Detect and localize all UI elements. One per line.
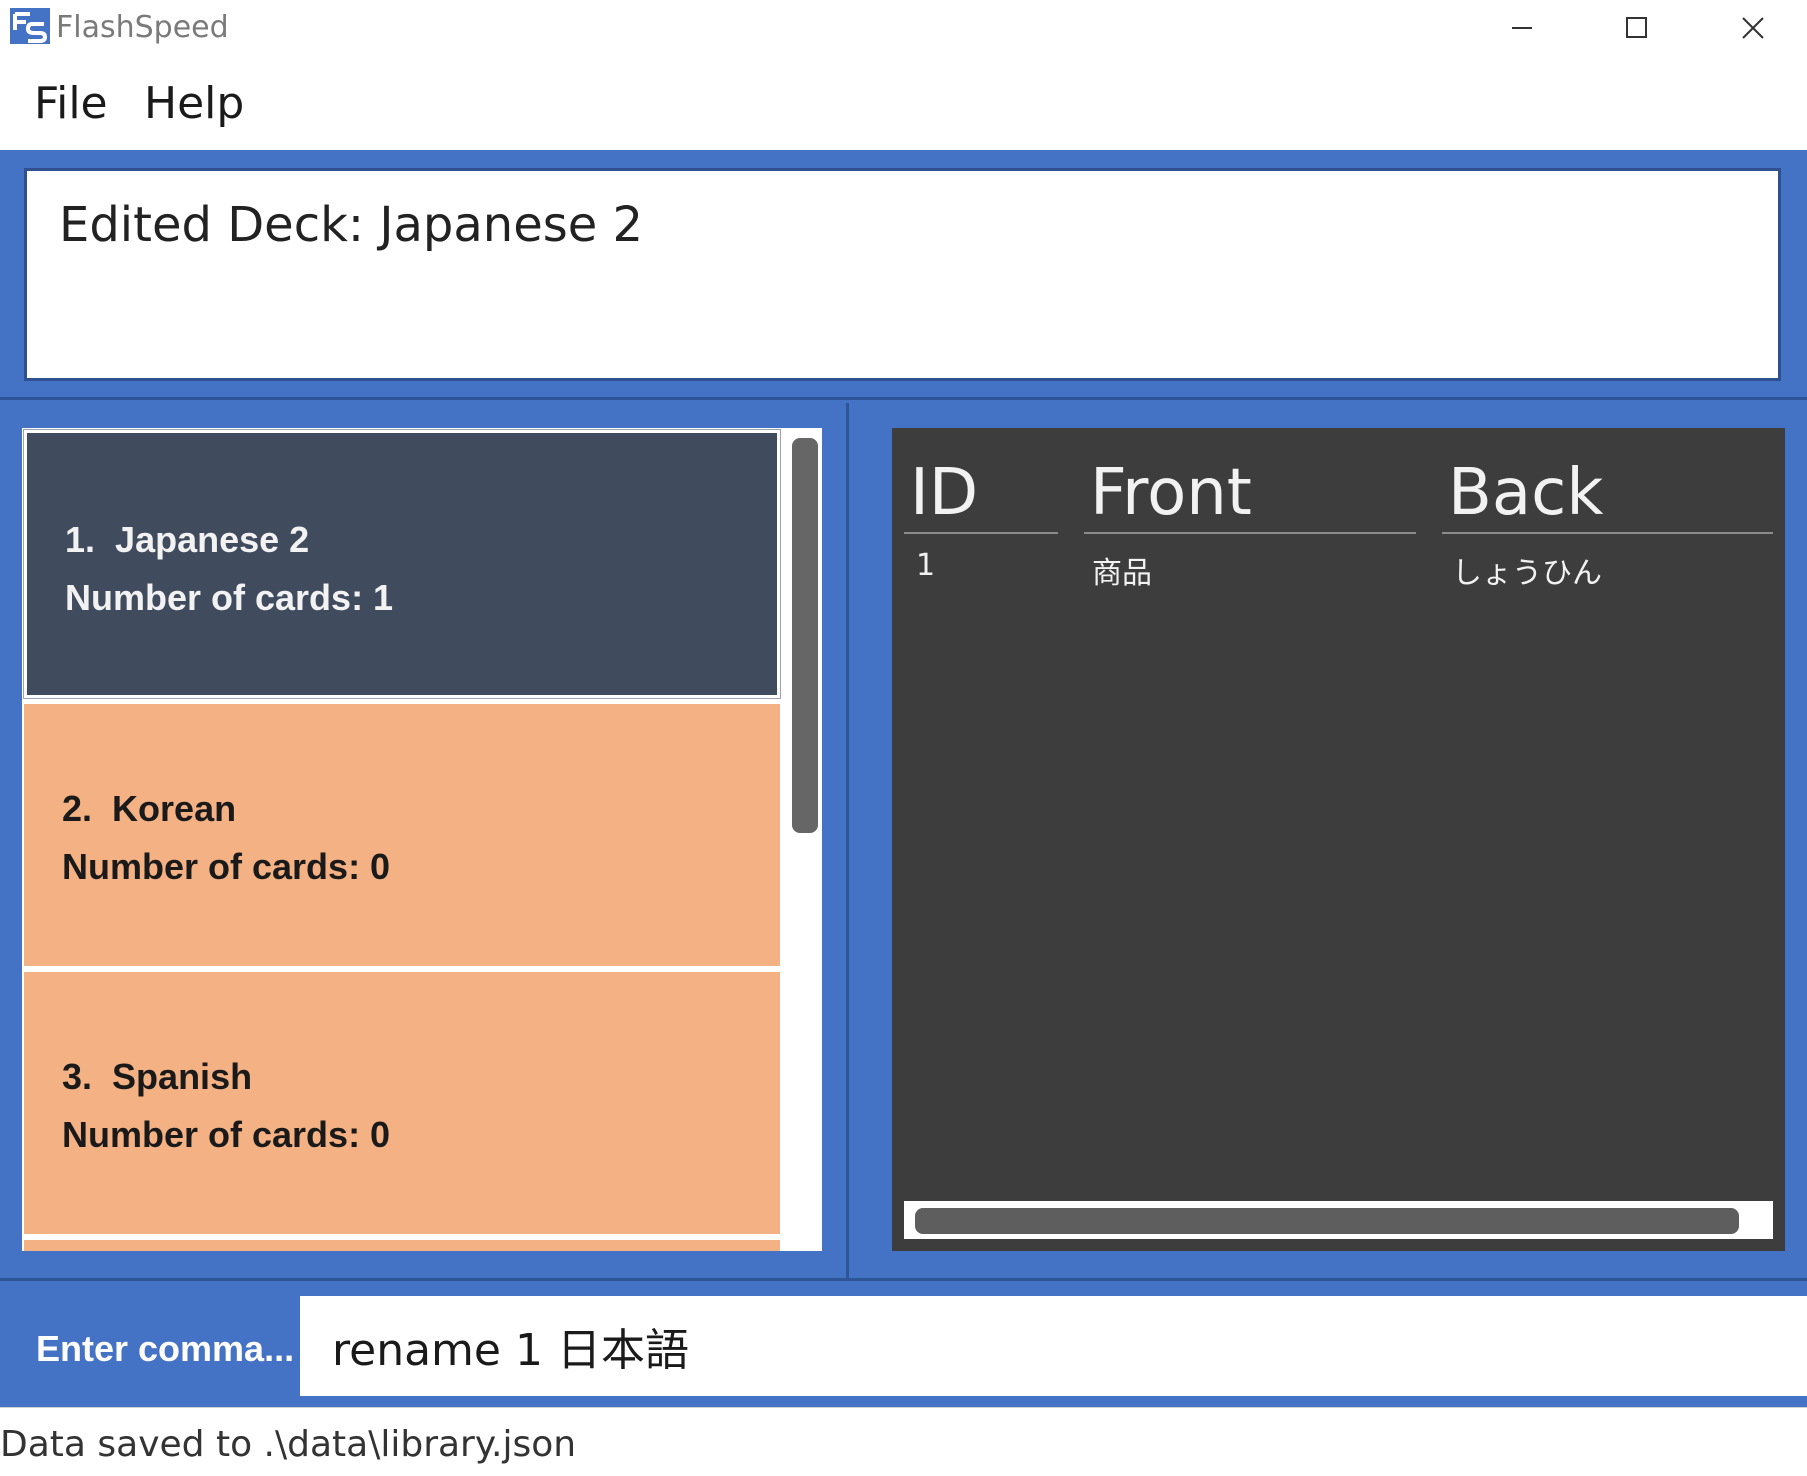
- deck-card-count: Number of cards: 0: [62, 1114, 391, 1155]
- column-header-underline: [1084, 532, 1416, 534]
- menu-help[interactable]: Help: [144, 78, 244, 129]
- card-table[interactable]: ID Front Back 1 商品 しょうひん: [892, 428, 1785, 1251]
- column-header-id[interactable]: ID: [910, 456, 978, 530]
- cell-back: しょうひん: [1452, 556, 1602, 591]
- deck-list-item[interactable]: 3. Spanish Number of cards: 0: [24, 972, 780, 1234]
- title-bar: FlashSpeed: [0, 0, 1807, 56]
- deck-list-scrollbar-thumb[interactable]: [792, 438, 818, 833]
- column-header-underline: [1442, 532, 1773, 534]
- status-message: Data saved to .\data\library.json: [0, 1424, 577, 1465]
- cell-front: 商品: [1092, 556, 1152, 591]
- flashspeed-logo-icon: [10, 8, 50, 44]
- menu-bar: File Help: [0, 60, 1807, 150]
- deck-list-item[interactable]: [24, 1240, 780, 1251]
- deck-title: 1. Japanese 2: [65, 519, 310, 560]
- menu-file[interactable]: File: [34, 78, 108, 129]
- status-bar: Data saved to .\data\library.json: [0, 1407, 1807, 1476]
- deck-list[interactable]: 1. Japanese 2 Number of cards: 1 2. Kore…: [22, 428, 822, 1251]
- maximize-icon[interactable]: [1606, 8, 1666, 48]
- command-label: Enter comma...: [36, 1328, 295, 1369]
- minimize-icon[interactable]: [1492, 8, 1552, 48]
- pane-splitter[interactable]: [846, 403, 849, 1278]
- deck-title: 3. Spanish: [62, 1056, 253, 1097]
- close-icon[interactable]: [1722, 8, 1782, 48]
- command-input[interactable]: [300, 1296, 1807, 1396]
- result-display[interactable]: Edited Deck: Japanese 2: [24, 168, 1781, 381]
- column-header-front[interactable]: Front: [1090, 456, 1252, 530]
- result-message: Edited Deck: Japanese 2: [59, 197, 644, 253]
- card-table-scrollbar-thumb[interactable]: [915, 1208, 1739, 1234]
- deck-list-item[interactable]: 2. Korean Number of cards: 0: [24, 704, 780, 966]
- column-header-back[interactable]: Back: [1448, 456, 1603, 530]
- deck-title: 2. Korean: [62, 788, 237, 829]
- deck-card-count: Number of cards: 1: [65, 577, 394, 618]
- column-header-underline: [904, 532, 1058, 534]
- cell-id: 1: [916, 548, 936, 583]
- deck-list-item[interactable]: 1. Japanese 2 Number of cards: 1: [23, 429, 781, 699]
- deck-card-count: Number of cards: 0: [62, 846, 391, 887]
- window-title: FlashSpeed: [56, 10, 229, 45]
